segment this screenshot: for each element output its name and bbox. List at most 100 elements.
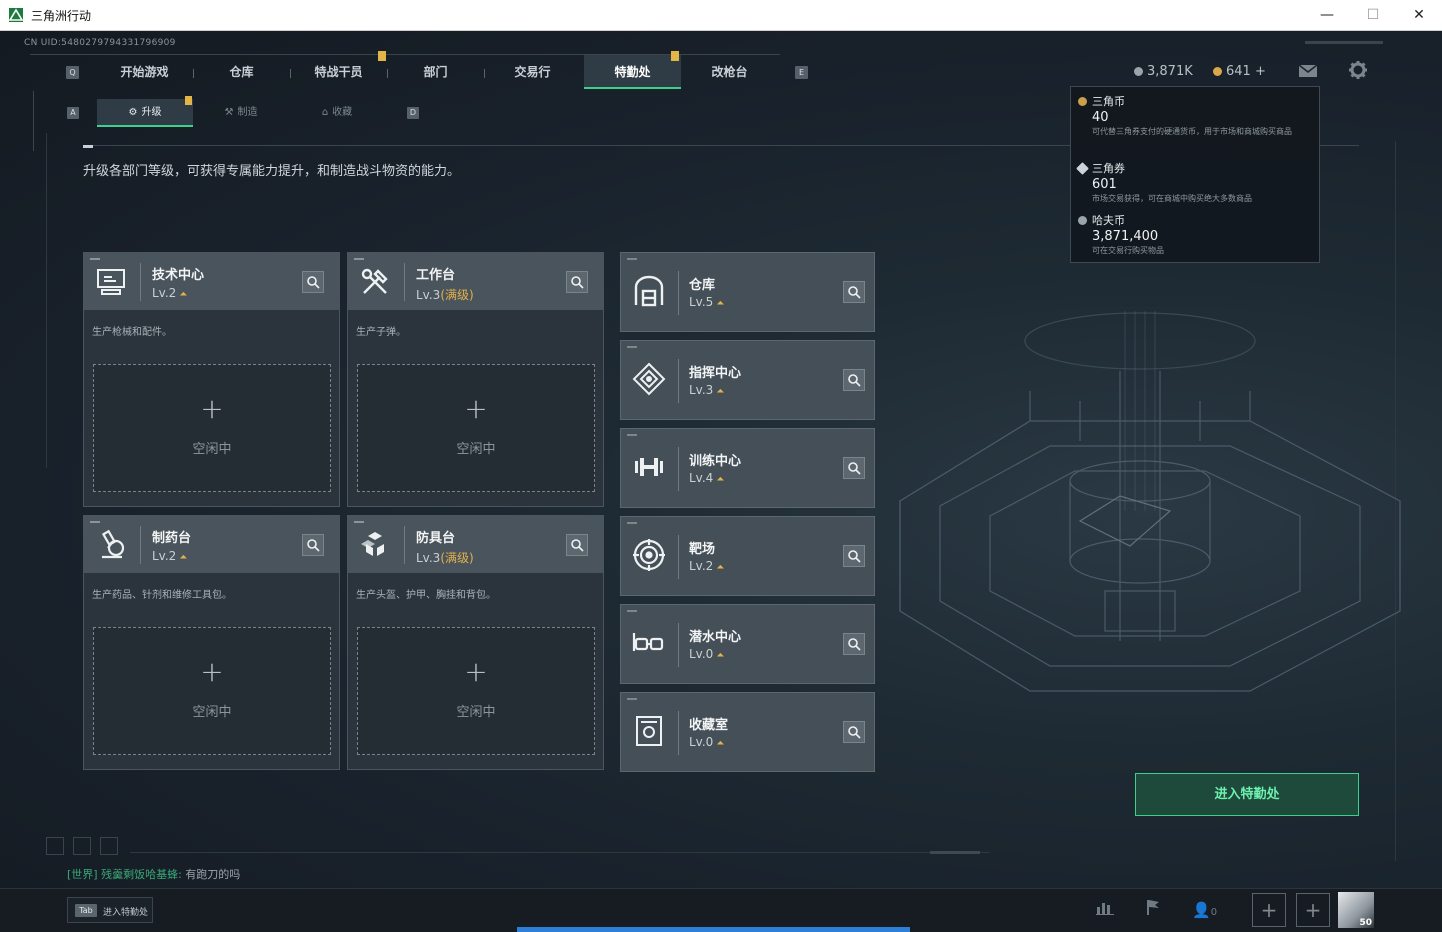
tab-department[interactable]: 部门: [387, 55, 484, 89]
frame-line: [930, 851, 980, 854]
magnify-icon[interactable]: [843, 545, 865, 567]
tab-start-game[interactable]: 开始游戏: [96, 55, 193, 89]
minimize-button[interactable]: —: [1304, 0, 1350, 31]
card-divider: [678, 271, 679, 315]
chat-message: 有跑刀的吗: [185, 868, 241, 881]
card-title: 工作台: [416, 268, 456, 283]
facility-card-training[interactable]: 训练中心 Lv.4 ⏶: [620, 428, 875, 508]
tab-operators[interactable]: 特战干员: [290, 55, 387, 89]
facility-level: Lv.0 ⏶: [689, 647, 724, 661]
subnav-right-key[interactable]: D: [407, 107, 419, 119]
target-icon: [631, 537, 667, 573]
avatar-level: 50: [1359, 918, 1372, 928]
facility-card-collection[interactable]: 收藏室 Lv.0 ⏶: [620, 692, 875, 772]
card-title: 防具台: [416, 531, 456, 546]
chat-sender: 残羹剩饭哈基蜂:: [101, 868, 182, 881]
friends-count: 0: [1210, 907, 1218, 918]
armor-bench-card[interactable]: 防具台 Lv.3(满级) 生产头盔、护甲、胸挂和背包。 + 空闲中: [347, 515, 604, 770]
triangle-coin-icon: [1078, 97, 1087, 106]
player-uid: CN UID:5480279794331796909: [24, 38, 176, 48]
tech-center-card[interactable]: 技术中心 Lv.2 ⏶ 生产枪械和配件。 + 空闲中: [83, 252, 340, 507]
facility-name: 指挥中心: [689, 366, 742, 381]
magnify-icon[interactable]: [566, 271, 588, 293]
pharmacy-card[interactable]: 制药台 Lv.2 ⏶ 生产药品、针剂和维修工具包。 + 空闲中: [83, 515, 340, 770]
card-tag: [627, 434, 637, 436]
friends-button[interactable]: 👤0: [1192, 897, 1228, 923]
chevron-up-icon: ⏶: [716, 386, 725, 397]
card-level: Lv.3(满级): [416, 549, 474, 566]
invite-slot-button[interactable]: +: [1296, 893, 1330, 927]
tab-warehouse[interactable]: 仓库: [193, 55, 290, 89]
card-divider: [140, 526, 141, 564]
tab-gunsmith[interactable]: 改枪台: [681, 55, 778, 89]
ticket-coin-icon: [1213, 67, 1222, 76]
chevron-up-icon: ⏶: [716, 650, 725, 661]
currency-value: 3,871,400: [1092, 229, 1159, 244]
magnify-icon[interactable]: [566, 534, 588, 556]
level-value: Lv.5: [689, 295, 714, 309]
production-slot[interactable]: + 空闲中: [357, 364, 595, 492]
frame-line: [1305, 41, 1383, 44]
facility-hologram-illustration: [880, 311, 1440, 731]
subtab-craft[interactable]: ⚒ 制造: [193, 99, 289, 127]
magnify-icon[interactable]: [302, 271, 324, 293]
facility-card-warehouse[interactable]: 仓库 Lv.5 ⏶: [620, 252, 875, 332]
magnify-icon[interactable]: [843, 281, 865, 303]
subnav-left-key[interactable]: A: [67, 107, 79, 119]
sub-nav: A ⚙ 升级 ⚒ 制造 ⌂ 收藏 D: [60, 96, 420, 127]
ticket-currency[interactable]: 641 +: [1213, 64, 1266, 79]
enter-special-ops-button[interactable]: 进入特勤处: [1135, 773, 1359, 816]
settings-gear-icon[interactable]: [1348, 60, 1368, 80]
card-description: 生产头盔、护甲、胸挂和背包。: [356, 590, 496, 601]
mail-icon[interactable]: [1298, 63, 1318, 77]
magnify-icon[interactable]: [843, 457, 865, 479]
magnify-icon[interactable]: [302, 534, 324, 556]
collection-icon: [631, 713, 667, 749]
craft-icon: ⚒: [224, 107, 234, 118]
production-slot[interactable]: + 空闲中: [357, 627, 595, 755]
maximize-button[interactable]: ☐: [1350, 0, 1396, 31]
add-icon: +: [464, 392, 488, 425]
tab-market[interactable]: 交易行: [484, 55, 581, 89]
chat-line[interactable]: [世界] 残羹剩饭哈基蜂: 有跑刀的吗: [67, 866, 240, 882]
workbench-card[interactable]: 工作台 Lv.3(满级) 生产子弹。 + 空闲中: [347, 252, 604, 507]
magnify-icon[interactable]: [843, 721, 865, 743]
card-divider: [678, 711, 679, 755]
add-currency-button[interactable]: +: [1255, 64, 1266, 79]
facility-card-command[interactable]: 指挥中心 Lv.3 ⏶: [620, 340, 875, 420]
card-divider: [678, 535, 679, 579]
tab-special-ops[interactable]: 特勤处: [584, 55, 681, 89]
hafu-currency[interactable]: 3,871K: [1134, 64, 1193, 79]
production-slot[interactable]: + 空闲中: [93, 364, 331, 492]
facility-card-diving[interactable]: 潜水中心 Lv.0 ⏶: [620, 604, 875, 684]
add-icon: +: [200, 392, 224, 425]
level-value: Lv.3: [416, 551, 441, 565]
nav-right-key[interactable]: E: [795, 66, 808, 79]
subtab-collection[interactable]: ⌂ 收藏: [289, 99, 385, 127]
card-tag: [627, 258, 637, 260]
card-level: Lv.3(满级): [416, 286, 474, 303]
nav-left-key[interactable]: Q: [66, 66, 79, 79]
slot-status: 空闲中: [456, 442, 496, 457]
facility-card-range[interactable]: 靶场 Lv.2 ⏶: [620, 516, 875, 596]
production-slot[interactable]: + 空闲中: [93, 627, 331, 755]
level-max-label: (满级): [440, 288, 474, 302]
subtab-upgrade[interactable]: ⚙ 升级: [97, 99, 193, 127]
invite-slot-button[interactable]: +: [1252, 893, 1286, 927]
card-level: Lv.2 ⏶: [152, 286, 187, 300]
flag-icon[interactable]: [1140, 897, 1166, 923]
window-title: 三角洲行动: [31, 9, 92, 23]
magnify-icon[interactable]: [843, 369, 865, 391]
magnify-icon[interactable]: [843, 633, 865, 655]
stats-chart-icon[interactable]: [1092, 897, 1118, 923]
close-button[interactable]: ✕: [1396, 0, 1442, 31]
tab-hint-button[interactable]: Tab 进入特勤处: [67, 897, 153, 923]
card-header: 制药台 Lv.2 ⏶: [84, 516, 339, 573]
level-value: Lv.2: [152, 286, 177, 300]
hafu-coin-icon: [1078, 216, 1087, 225]
avatar[interactable]: 50: [1338, 892, 1374, 928]
card-divider: [678, 359, 679, 403]
chevron-up-icon: ⏶: [179, 289, 188, 300]
card-divider: [678, 447, 679, 491]
main-nav: Q 开始游戏 仓库 特战干员 部门 交易行 特勤处 改枪台 E: [60, 51, 808, 89]
